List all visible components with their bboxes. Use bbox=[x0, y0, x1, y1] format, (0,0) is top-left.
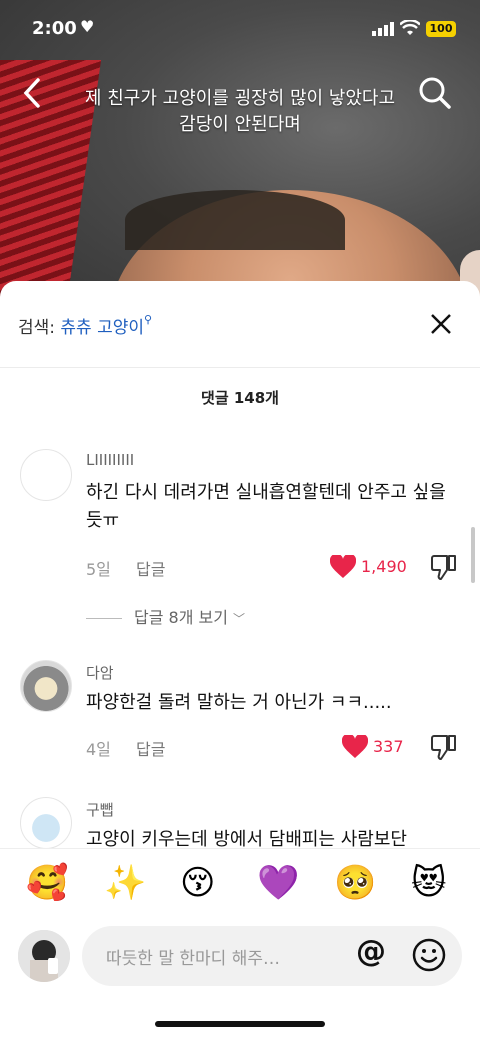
comment-input[interactable]: 따듯한 말 한마디 해주… @ bbox=[82, 926, 462, 986]
emoji-picker-icon[interactable] bbox=[412, 938, 446, 972]
person-hair bbox=[125, 190, 345, 250]
emoji-button[interactable]: 🥺 bbox=[334, 863, 376, 903]
avatar[interactable] bbox=[20, 797, 72, 848]
comment-placeholder: 따듯한 말 한마디 해주… bbox=[106, 949, 280, 969]
emoji-button[interactable]: 💜 bbox=[257, 863, 299, 903]
status-bar: 2:00 ♥ 100 bbox=[0, 0, 480, 60]
emoji-button[interactable]: ✨ bbox=[104, 863, 146, 903]
emoji-quick-bar: 🥰 ✨ 😚 💜 🥺 😻 bbox=[0, 848, 480, 931]
emoji-button[interactable]: 😚 bbox=[180, 863, 215, 903]
heart-status-icon: ♥ bbox=[80, 17, 95, 36]
battery-indicator: 100 bbox=[426, 21, 456, 37]
comment-item: 구뺍 고양이 키우는데 방에서 담배피는 사람보단 bbox=[0, 281, 480, 848]
mention-button[interactable]: @ bbox=[356, 934, 386, 969]
my-avatar[interactable] bbox=[18, 930, 70, 982]
caption-line-2: 감당이 안된다며 bbox=[179, 114, 301, 135]
home-indicator[interactable] bbox=[155, 1021, 325, 1027]
signal-icon bbox=[372, 22, 394, 36]
wifi-icon bbox=[400, 20, 420, 35]
video-caption: 제 친구가 고양이를 굉장히 많이 낳았다고 감당이 안된다며 bbox=[40, 86, 440, 138]
emoji-button[interactable]: 😻 bbox=[411, 863, 446, 903]
emoji-button[interactable]: 🥰 bbox=[26, 863, 68, 903]
comment-text: 고양이 키우는데 방에서 담배피는 사람보단 bbox=[86, 829, 407, 848]
status-time: 2:00 bbox=[32, 18, 77, 39]
comment-username[interactable]: 구뺍 bbox=[86, 799, 114, 820]
caption-line-1: 제 친구가 고양이를 굉장히 많이 낳았다고 bbox=[84, 88, 396, 109]
back-icon[interactable] bbox=[22, 78, 42, 116]
